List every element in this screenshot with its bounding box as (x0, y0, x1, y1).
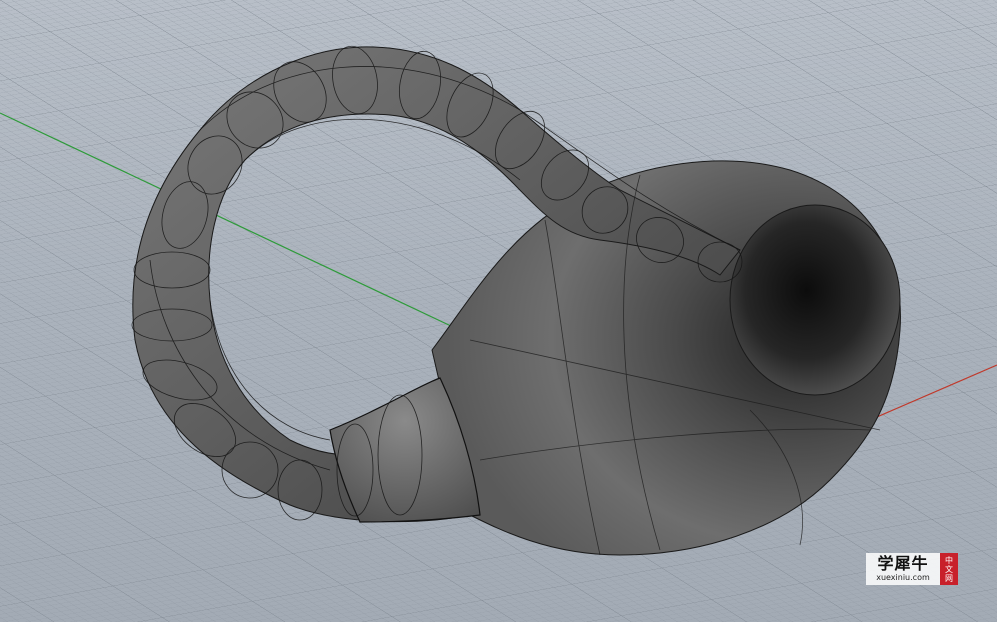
bottle-mouth-opening[interactable] (729, 204, 901, 396)
perspective-viewport[interactable]: 学犀牛 xuexiniu.com 中 文 网 (0, 0, 997, 622)
viewport-canvas[interactable] (0, 0, 997, 622)
site-watermark: 学犀牛 xuexiniu.com 中 文 网 (866, 553, 958, 585)
watermark-badge-char: 网 (945, 573, 953, 583)
watermark-title: 学犀牛 (877, 554, 929, 573)
watermark-text-block: 学犀牛 xuexiniu.com (866, 553, 940, 585)
watermark-badge-char: 中 (945, 555, 953, 565)
watermark-badge-char: 文 (945, 564, 953, 574)
watermark-badge: 中 文 网 (940, 553, 958, 585)
watermark-url: xuexiniu.com (876, 573, 930, 582)
